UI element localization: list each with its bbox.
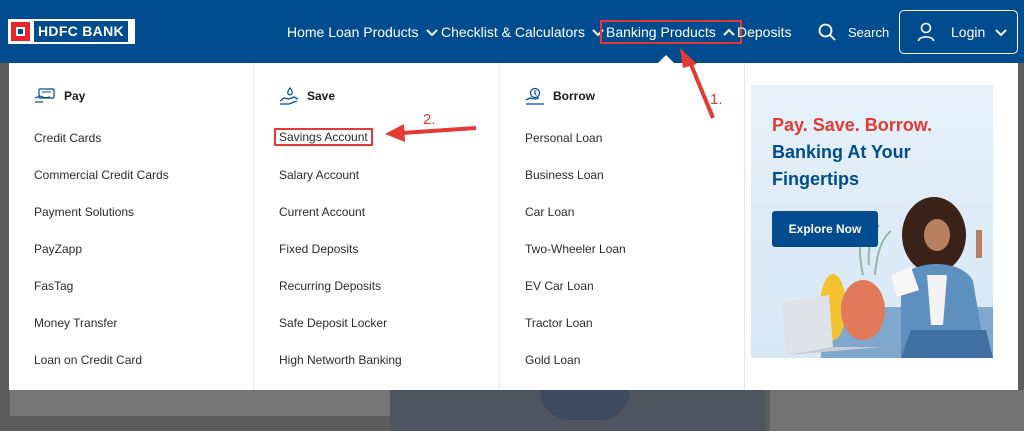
borrow-heading: Borrow — [525, 85, 595, 107]
promo-headline-2: Banking At Your — [772, 142, 911, 162]
nav-checklist-calculators[interactable]: Checklist & Calculators — [441, 21, 605, 43]
menu-item-business-loan[interactable]: Business Loan — [525, 166, 604, 184]
menu-item-payment-solutions[interactable]: Payment Solutions — [34, 203, 134, 221]
top-navbar: HDFC BANK Home Loan Products Checklist &… — [0, 0, 1024, 63]
save-column: Save Savings Account Salary Account Curr… — [254, 63, 500, 390]
nav-banking-products[interactable]: Banking Products — [600, 20, 742, 44]
login-label: Login — [951, 24, 986, 40]
explore-now-button[interactable]: Explore Now — [772, 211, 878, 247]
annotation-step-2: 2. — [423, 111, 436, 128]
savings-account-label: Savings Account — [274, 128, 373, 146]
nav-label: Banking Products — [606, 24, 716, 40]
background-content — [10, 390, 390, 416]
borrow-heading-label: Borrow — [553, 89, 595, 103]
chevron-up-icon — [723, 28, 735, 36]
menu-item-personal-loan[interactable]: Personal Loan — [525, 129, 602, 147]
menu-item-current-account[interactable]: Current Account — [279, 203, 365, 221]
nav-deposits[interactable]: Deposits — [737, 21, 791, 43]
nav-label: Deposits — [737, 24, 792, 40]
menu-item-car-loan[interactable]: Car Loan — [525, 203, 574, 221]
menu-caret — [658, 55, 674, 63]
menu-item-fixed-deposits[interactable]: Fixed Deposits — [279, 240, 358, 258]
login-button[interactable]: Login — [899, 10, 1018, 54]
nav-label: Home Loan Products — [287, 24, 419, 40]
pay-icon — [34, 88, 55, 103]
menu-item-high-networth-banking[interactable]: High Networth Banking — [279, 351, 402, 369]
menu-item-tractor-loan[interactable]: Tractor Loan — [525, 314, 593, 332]
pay-heading: Pay — [34, 85, 85, 107]
menu-item-credit-cards[interactable]: Credit Cards — [34, 129, 101, 147]
search-label: Search — [848, 24, 890, 40]
pay-heading-label: Pay — [64, 89, 86, 103]
search-button[interactable]: Search — [818, 21, 889, 43]
menu-item-safe-deposit-locker[interactable]: Safe Deposit Locker — [279, 314, 387, 332]
pay-column: Pay Credit Cards Commercial Credit Cards… — [9, 63, 254, 390]
background-content — [770, 390, 1024, 431]
borrow-column: Borrow Personal Loan Business Loan Car L… — [500, 63, 745, 390]
menu-item-loan-on-credit-card[interactable]: Loan on Credit Card — [34, 351, 142, 369]
promo-banner: Pay. Save. Borrow. Banking At Your Finge… — [751, 85, 993, 358]
user-icon — [917, 22, 935, 42]
chevron-down-icon — [995, 29, 1007, 37]
nav-home-loan-products[interactable]: Home Loan Products — [287, 21, 439, 43]
promo-headline-1: Pay. Save. Borrow. — [772, 115, 933, 135]
menu-item-savings-account[interactable]: Savings Account — [274, 128, 373, 146]
save-heading-label: Save — [307, 89, 336, 103]
borrow-icon — [525, 87, 544, 105]
annotation-step-1: 1. — [710, 91, 723, 108]
search-icon — [818, 23, 836, 41]
menu-item-two-wheeler-loan[interactable]: Two-Wheeler Loan — [525, 240, 626, 258]
promo-headline-3: Fingertips — [772, 169, 860, 189]
brand-name: HDFC BANK — [34, 21, 128, 42]
save-icon — [279, 86, 299, 105]
chevron-down-icon — [425, 29, 438, 37]
menu-item-ev-car-loan[interactable]: EV Car Loan — [525, 277, 594, 295]
save-heading: Save — [279, 85, 335, 107]
menu-item-commercial-credit-cards[interactable]: Commercial Credit Cards — [34, 166, 169, 184]
background-hero-image — [390, 390, 765, 431]
hdfc-logo-icon — [11, 22, 30, 41]
banking-products-menu: Pay Credit Cards Commercial Credit Cards… — [9, 63, 1018, 390]
menu-item-money-transfer[interactable]: Money Transfer — [34, 314, 117, 332]
menu-item-fastag[interactable]: FasTag — [34, 277, 73, 295]
nav-label: Checklist & Calculators — [441, 24, 585, 40]
menu-item-payzapp[interactable]: PayZapp — [34, 240, 82, 258]
hdfc-logo[interactable]: HDFC BANK — [8, 19, 135, 44]
menu-item-recurring-deposits[interactable]: Recurring Deposits — [279, 277, 381, 295]
menu-item-gold-loan[interactable]: Gold Loan — [525, 351, 580, 369]
menu-item-salary-account[interactable]: Salary Account — [279, 166, 359, 184]
